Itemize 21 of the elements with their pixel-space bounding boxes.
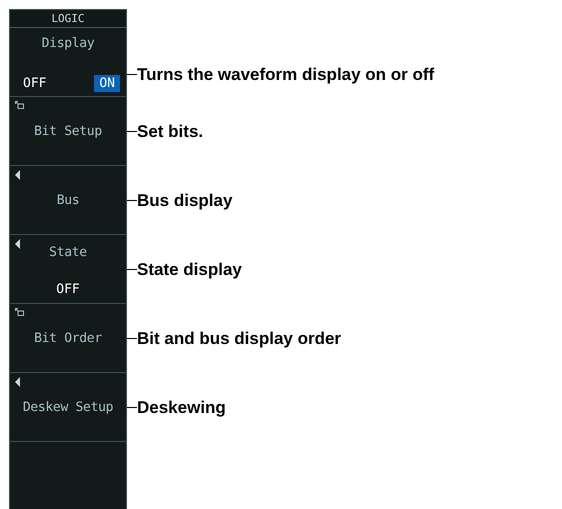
callout-text: State display	[137, 260, 243, 280]
menu-item[interactable]: Display OFF ON	[9, 28, 127, 97]
menu-item-value: OFF	[56, 282, 80, 297]
menu-item[interactable]: State OFF	[9, 235, 127, 304]
left-arrow-icon	[15, 377, 21, 387]
callout-text: Deskewing	[137, 398, 227, 418]
callout-text: Bit and bus display order	[137, 328, 342, 348]
dialog-icon	[15, 308, 24, 316]
callout-text: Turns the waveform display on or off	[137, 65, 436, 85]
menu-item[interactable]: Bus	[9, 166, 127, 235]
left-arrow-icon	[15, 170, 21, 180]
menu-item[interactable]: Bit Setup	[9, 97, 127, 166]
callout-text: Set bits.	[137, 122, 204, 142]
menu-item[interactable]: Deskew Setup	[9, 373, 127, 442]
dialog-icon	[15, 101, 24, 109]
toggle-option[interactable]: OFF	[18, 75, 52, 92]
callout-text: Bus display	[137, 190, 234, 210]
toggle-option[interactable]: ON	[94, 75, 120, 92]
menu-item[interactable]: Bit Order	[9, 304, 127, 373]
left-arrow-icon	[15, 239, 21, 249]
menu-title: LOGIC	[9, 9, 127, 28]
